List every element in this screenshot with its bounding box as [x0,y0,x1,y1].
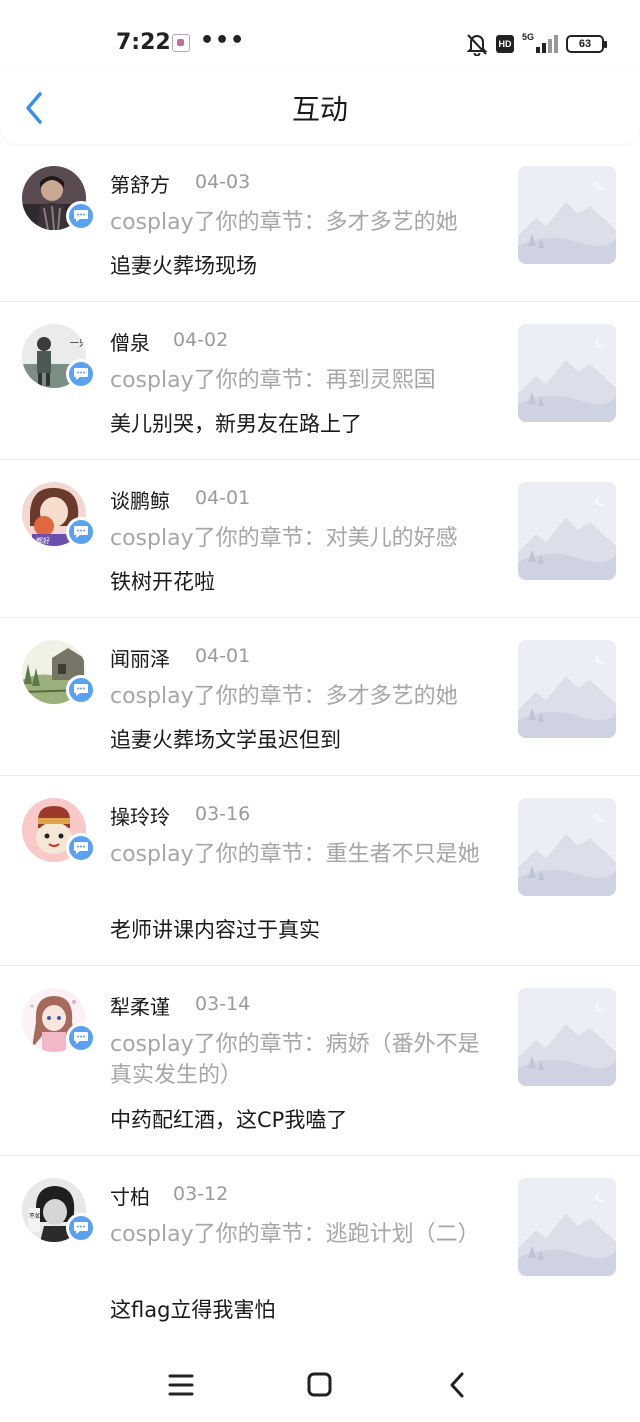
system-nav-bar [0,1348,640,1422]
comment-text: 追妻火葬场文学虽迟但到 [110,728,341,752]
comment-text: 追妻火葬场现场 [110,254,257,278]
app-header: 互动 [0,72,640,144]
chapter-text: cosplay了你的章节：病娇（番外不是真实发生的） [110,1032,480,1088]
item-date: 03-14 [195,993,251,1015]
comment-badge-icon [66,675,96,705]
avatar-text: 都好 [36,536,50,545]
page-title: 互动 [291,93,348,126]
comment-text: 中药配红酒，这CP我嗑了 [110,1108,348,1132]
list-item[interactable]: 第舒方 04-03 cosplay了你的章节：多才多艺的她 追妻火葬场现场 [0,144,640,302]
home-button[interactable] [302,1370,336,1400]
home-square-icon [307,1372,332,1397]
mountain-placeholder-icon [518,1178,616,1276]
user-name[interactable]: 寸柏 [110,1181,150,1210]
status-bar: 7:22 ••• HD 5G 63 [0,0,640,80]
mountain-placeholder-icon [518,324,616,422]
mountain-placeholder-icon [518,640,616,738]
chapter-text: cosplay了你的章节：逃跑计划（二） [110,1222,480,1247]
interaction-list: 第舒方 04-03 cosplay了你的章节：多才多艺的她 追妻火葬场现场 一只… [0,144,640,1346]
comment-text: 这flag立得我害怕 [110,1298,276,1322]
chapter-text: cosplay了你的章节：多才多艺的她 [110,210,458,235]
mountain-placeholder-icon [518,798,616,896]
item-date: 04-02 [173,329,229,351]
chapter-text: cosplay了你的章节：再到灵熙国 [110,368,436,393]
item-date: 04-03 [195,171,251,193]
chapter-thumbnail-placeholder[interactable] [518,988,616,1086]
comment-text: 老师讲课内容过于真实 [110,918,320,942]
comment-text: 铁树开花啦 [110,570,215,594]
chapter-text: cosplay了你的章节：对美儿的好感 [110,526,458,551]
hd-badge: HD [496,35,514,53]
network-type: 5G [522,32,535,42]
comment-badge-icon [66,1023,96,1053]
chapter-text: cosplay了你的章节：重生者不只是她 [110,842,480,867]
list-item[interactable]: 一只 僧泉 04-02 cosplay了你的章节：再到灵熙国 美儿别哭，新男友在… [0,302,640,460]
user-name[interactable]: 僧泉 [110,327,150,356]
back-triangle-icon [450,1372,464,1398]
battery-icon: 63 [566,35,607,53]
user-name[interactable]: 第舒方 [110,169,170,198]
chapter-text: cosplay了你的章节：多才多艺的她 [110,684,458,709]
avatar-text: 一只 [70,339,86,349]
comment-badge-icon [66,517,96,547]
comment-badge-icon [66,201,96,231]
user-name[interactable]: 犁柔谨 [110,991,170,1020]
signal-icon: 5G [522,32,558,56]
comment-badge-icon [66,1213,96,1243]
chapter-thumbnail-placeholder[interactable] [518,798,616,896]
list-item[interactable]: 闻丽泽 04-01 cosplay了你的章节：多才多艺的她 追妻火葬场文学虽迟但… [0,618,640,776]
system-back-button[interactable] [440,1370,474,1400]
mountain-placeholder-icon [518,166,616,264]
comment-text: 美儿别哭，新男友在路上了 [110,412,362,436]
item-date: 04-01 [195,487,251,509]
app-notification-icon [172,34,190,52]
chapter-thumbnail-placeholder[interactable] [518,482,616,580]
mountain-placeholder-icon [518,482,616,580]
item-date: 03-12 [173,1183,229,1205]
recent-apps-button[interactable] [164,1370,198,1400]
menu-icon [168,1374,194,1396]
more-notifications-icon: ••• [200,28,246,53]
status-icons: HD 5G 63 [466,30,607,58]
chapter-thumbnail-placeholder[interactable] [518,166,616,264]
chapter-thumbnail-placeholder[interactable] [518,640,616,738]
comment-badge-icon [66,833,96,863]
list-item[interactable]: 不如 寸柏 03-12 cosplay了你的章节：逃跑计划（二） 这flag立得… [0,1156,640,1346]
item-date: 03-16 [195,803,251,825]
chapter-thumbnail-placeholder[interactable] [518,324,616,422]
avatar-text: 不如 [29,1212,41,1220]
comment-badge-icon [66,359,96,389]
list-item[interactable]: 犁柔谨 03-14 cosplay了你的章节：病娇（番外不是真实发生的） 中药配… [0,966,640,1156]
item-date: 04-01 [195,645,251,667]
chapter-thumbnail-placeholder[interactable] [518,1178,616,1276]
user-name[interactable]: 操玲玲 [110,801,170,830]
user-name[interactable]: 闻丽泽 [110,643,170,672]
mountain-placeholder-icon [518,988,616,1086]
status-time: 7:22 [116,30,171,55]
user-name[interactable]: 谈鹏鲸 [110,485,170,514]
list-item[interactable]: 都好 谈鹏鲸 04-01 cosplay了你的章节：对美儿的好感 铁树开花啦 [0,460,640,618]
mute-bell-icon [466,34,488,56]
list-item[interactable]: 操玲玲 03-16 cosplay了你的章节：重生者不只是她 老师讲课内容过于真… [0,776,640,966]
